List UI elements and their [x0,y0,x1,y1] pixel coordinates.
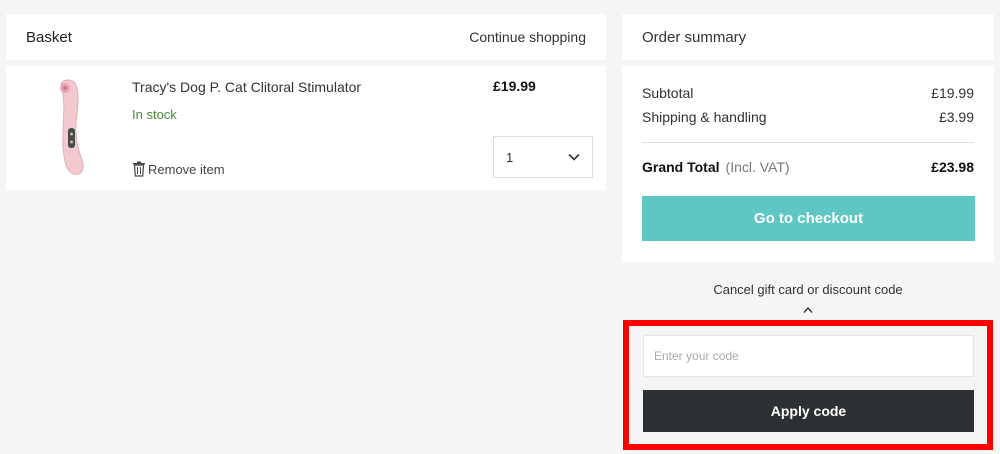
grand-total-label: Grand Total [642,159,720,175]
quantity-select[interactable]: 1 [493,136,593,178]
apply-code-button[interactable]: Apply code [643,390,974,432]
basket-header: Basket Continue shopping [6,14,606,60]
item-price: £19.99 [493,78,536,94]
subtotal-label: Subtotal [642,85,694,101]
grand-total-value: £23.98 [931,159,974,175]
remove-item-button[interactable]: Remove item [132,161,225,177]
discount-code-input[interactable] [643,335,974,377]
continue-shopping-link[interactable]: Continue shopping [469,29,586,45]
grand-total-row: Grand Total (Incl. VAT) £23.98 [642,159,974,175]
shipping-label: Shipping & handling [642,109,767,125]
stock-status: In stock [132,107,177,122]
basket-item: Tracy's Dog P. Cat Clitoral Stimulator I… [6,66,606,190]
chevron-up-icon[interactable] [802,306,814,314]
discount-code-toggle[interactable]: Cancel gift card or discount code [622,282,994,297]
checkout-button[interactable]: Go to checkout [642,196,975,241]
summary-divider [642,142,974,143]
basket-title: Basket [26,28,72,46]
subtotal-row: Subtotal £19.99 [642,85,974,101]
order-summary-box: Subtotal £19.99 Shipping & handling £3.9… [622,66,994,262]
remove-item-label: Remove item [148,161,225,177]
order-summary-title: Order summary [642,28,747,46]
shipping-row: Shipping & handling £3.99 [642,109,974,125]
shipping-value: £3.99 [938,109,974,125]
product-image[interactable] [48,76,96,180]
subtotal-value: £19.99 [931,85,974,101]
product-name[interactable]: Tracy's Dog P. Cat Clitoral Stimulator [132,79,361,95]
order-summary-header: Order summary [622,14,994,60]
chevron-down-icon [568,153,580,161]
vat-note: (Incl. VAT) [725,159,790,175]
trash-icon [133,161,145,177]
quantity-value: 1 [506,149,514,165]
